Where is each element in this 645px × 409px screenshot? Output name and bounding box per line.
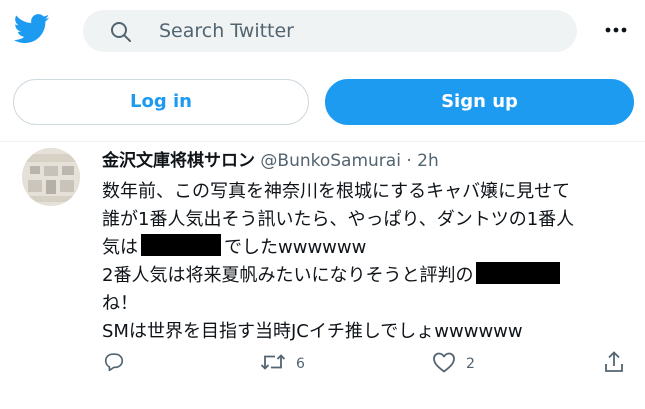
tweet-line: SMは世界を目指す当時JCイチ推しでしょwwwwww — [102, 318, 574, 346]
share-button[interactable] — [603, 347, 625, 381]
tweet-text-segment: 気は — [102, 237, 138, 258]
search-placeholder: Search Twitter — [159, 20, 294, 42]
share-icon — [603, 350, 625, 378]
display-name[interactable]: 金沢文庫将棋サロン — [102, 151, 255, 171]
login-button[interactable]: Log in — [13, 79, 309, 125]
tweet-line: 2番人気は将来夏帆みたいになりそうと評判の — [102, 262, 574, 290]
top-bar: Search Twitter — [0, 0, 645, 62]
tweet-text: 数年前、この写真を神奈川を根城にするキャバ嬢に見せて 誰が1番人気出そう訊いたら… — [102, 178, 574, 346]
more-dots-icon[interactable] — [603, 20, 629, 40]
search-icon — [109, 20, 133, 44]
twitter-bird-icon[interactable] — [13, 14, 50, 44]
user-handle[interactable]: @BunkoSamurai — [260, 151, 401, 171]
retweet-icon — [260, 351, 286, 377]
signup-button[interactable]: Sign up — [325, 79, 634, 125]
tweet-text-segment: SMは世界を目指す当時JCイチ推しでしょwwwwww — [102, 321, 523, 342]
reply-icon — [103, 351, 125, 377]
tweet-line: 気は でしたwwwwww — [102, 234, 574, 262]
reply-button[interactable] — [103, 347, 125, 381]
heart-icon — [432, 351, 456, 377]
like-button[interactable]: 2 — [432, 347, 475, 381]
tweet-line: 数年前、この写真を神奈川を根城にするキャバ嬢に見せて — [102, 178, 574, 206]
retweet-button[interactable]: 6 — [260, 347, 305, 381]
tweet-text-segment: 誰が1番人気出そう訊いたら、やっぱり、ダントツの1番人 — [102, 209, 575, 230]
redaction-box — [476, 262, 561, 284]
tweet-text-segment: 2番人気は将来夏帆みたいになりそうと評判の — [102, 265, 474, 286]
tweet-actions: 6 2 — [0, 347, 645, 381]
like-count: 2 — [466, 356, 475, 372]
avatar[interactable] — [22, 148, 80, 206]
redaction-box — [141, 234, 221, 256]
separator-dot: · — [406, 151, 412, 171]
tweet[interactable]: 金沢文庫将棋サロン @BunkoSamurai · 2h 数年前、この写真を神奈… — [0, 142, 645, 409]
retweet-count: 6 — [296, 356, 305, 372]
tweet-text-segment: でしたwwwwww — [224, 237, 367, 258]
tweet-time[interactable]: 2h — [417, 151, 439, 171]
tweet-line: ね！ — [102, 290, 574, 318]
tweet-text-segment: ね！ — [102, 293, 138, 314]
tweet-header: 金沢文庫将棋サロン @BunkoSamurai · 2h — [102, 148, 439, 174]
search-input[interactable]: Search Twitter — [83, 10, 577, 52]
tweet-line: 誰が1番人気出そう訊いたら、やっぱり、ダントツの1番人 — [102, 206, 574, 234]
tweet-text-segment: 数年前、この写真を神奈川を根城にするキャバ嬢に見せて — [102, 181, 571, 202]
